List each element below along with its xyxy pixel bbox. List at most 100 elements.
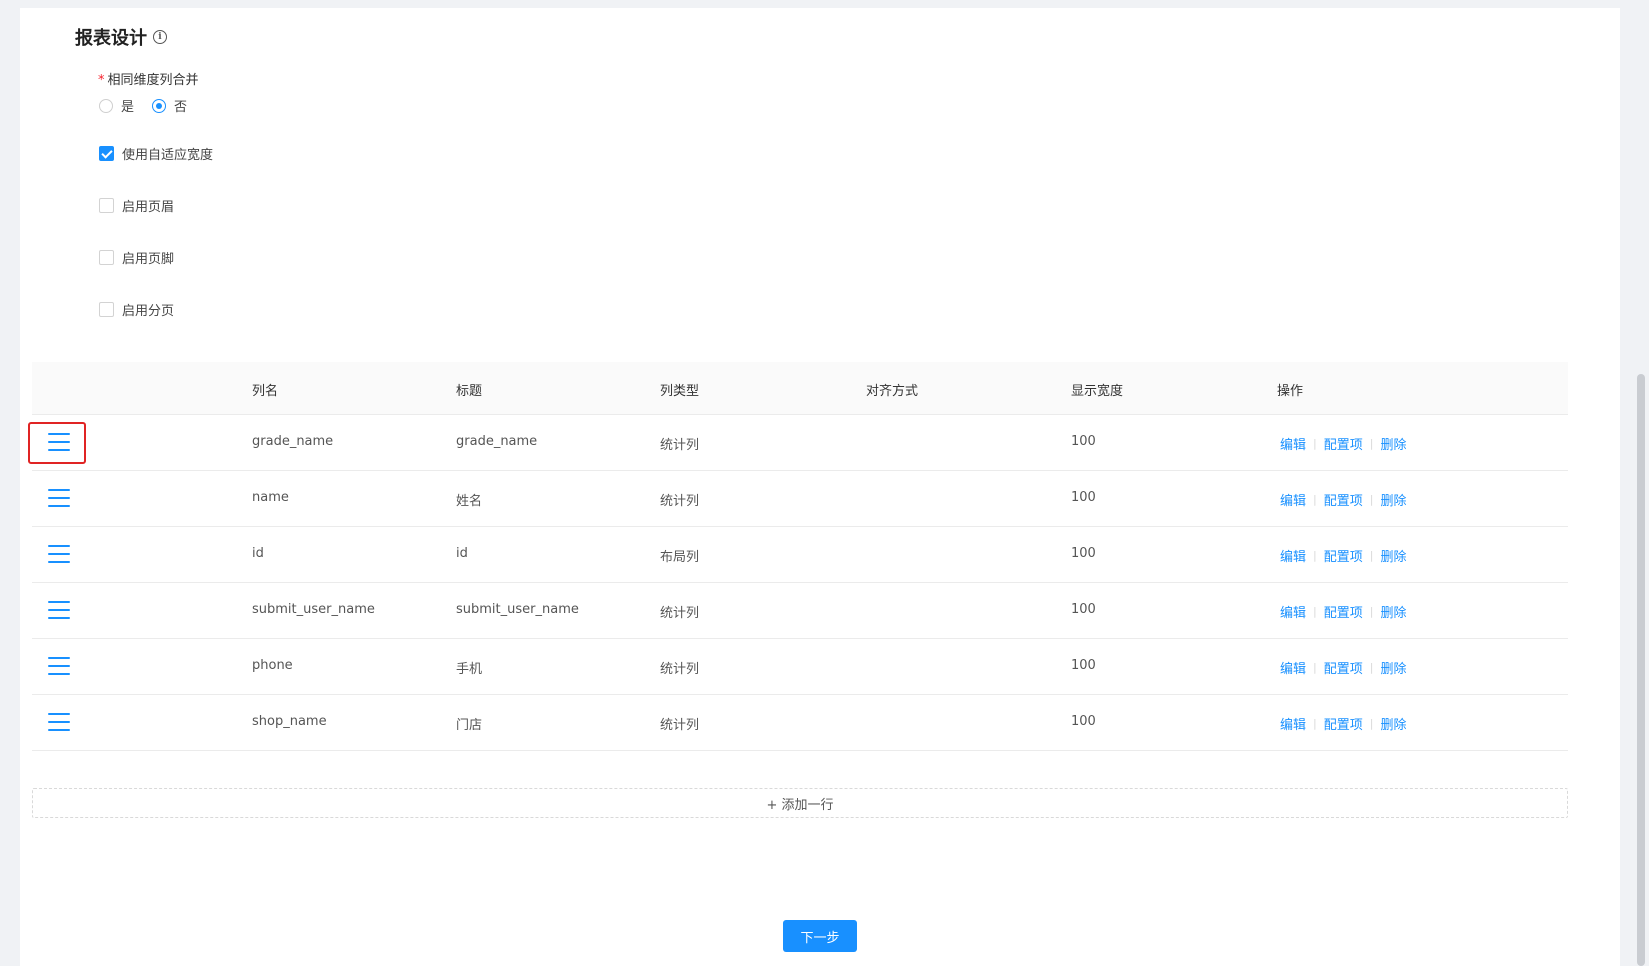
table-row: phone 手机 统计列 100 编辑 | 配置项 | 删除 [32,639,1568,695]
checkbox-enable-header[interactable] [99,198,114,213]
edit-link[interactable]: 编辑 [1280,602,1306,621]
drag-handle-icon[interactable] [48,657,70,677]
cell-display-width: 100 [1071,434,1096,449]
edit-link[interactable]: 编辑 [1280,490,1306,509]
edit-link[interactable]: 编辑 [1280,546,1306,565]
cell-display-width: 100 [1071,490,1096,505]
table-row: shop_name 门店 统计列 100 编辑 | 配置项 | 删除 [32,695,1568,751]
checkbox-adaptive-width[interactable] [99,146,114,161]
action-separator: | [1313,661,1317,674]
edit-link[interactable]: 编辑 [1280,434,1306,453]
delete-link[interactable]: 删除 [1380,714,1406,733]
cell-column-name: id [252,546,264,561]
table-row: id id 布局列 100 编辑 | 配置项 | 删除 [32,527,1568,583]
config-link[interactable]: 配置项 [1324,602,1363,621]
config-link[interactable]: 配置项 [1324,658,1363,677]
checkbox-header-row: 启用页眉 [99,196,174,215]
header-column-type: 列类型 [660,384,700,399]
action-separator: | [1369,437,1374,450]
cell-display-width: 100 [1071,546,1096,561]
highlight-box [28,422,86,464]
action-separator: | [1313,605,1317,618]
radio-no-label[interactable]: 否 [174,96,187,115]
radio-no[interactable] [152,98,167,113]
row-actions: 编辑 | 配置项 | 删除 [1280,434,1406,453]
row-actions: 编辑 | 配置项 | 删除 [1280,658,1406,677]
checkbox-footer-row: 启用页脚 [99,248,174,267]
action-separator: | [1369,493,1374,506]
next-step-button[interactable]: 下一步 [783,920,857,952]
config-link[interactable]: 配置项 [1324,434,1363,453]
drag-handle-icon[interactable] [48,601,70,621]
checkbox-adaptive-width-row: 使用自适应宽度 [99,144,213,163]
checkbox-enable-footer-label[interactable]: 启用页脚 [122,248,174,267]
delete-link[interactable]: 删除 [1380,490,1406,509]
radio-yes[interactable] [99,98,113,113]
row-actions: 编辑 | 配置项 | 删除 [1280,602,1406,621]
config-link[interactable]: 配置项 [1324,490,1363,509]
delete-link[interactable]: 删除 [1380,434,1406,453]
delete-link[interactable]: 删除 [1380,602,1406,621]
checkbox-enable-pagination[interactable] [99,302,114,317]
header-column-name: 列名 [252,384,279,399]
table-row: name 姓名 统计列 100 编辑 | 配置项 | 删除 [32,471,1568,527]
action-separator: | [1313,437,1317,450]
action-separator: | [1369,661,1374,674]
cell-column-name: name [252,490,289,505]
table-row: submit_user_name submit_user_name 统计列 10… [32,583,1568,639]
cell-column-name: shop_name [252,714,327,729]
cell-display-width: 100 [1071,714,1096,729]
section-title-text: 报表设计 [75,28,147,49]
cell-title: 手机 [456,662,483,677]
cell-column-type: 统计列 [660,606,700,621]
cell-column-name: grade_name [252,434,334,449]
drag-handle-icon[interactable] [48,489,70,509]
edit-link[interactable]: 编辑 [1280,658,1306,677]
cell-column-type: 统计列 [660,662,700,677]
config-link[interactable]: 配置项 [1324,714,1363,733]
delete-link[interactable]: 删除 [1380,658,1406,677]
page-scrollbar[interactable] [1637,374,1645,966]
checkbox-enable-header-label[interactable]: 启用页眉 [122,196,174,215]
action-separator: | [1313,717,1317,730]
header-title: 标题 [456,384,483,399]
merge-label-text: 相同维度列合并 [107,73,199,88]
section-title: 报表设计 i [75,24,167,50]
action-separator: | [1369,717,1374,730]
row-actions: 编辑 | 配置项 | 删除 [1280,546,1406,565]
info-icon[interactable]: i [153,30,167,44]
action-separator: | [1313,493,1317,506]
cell-column-type: 统计列 [660,494,700,509]
required-mark: * [98,73,105,88]
checkbox-enable-pagination-label[interactable]: 启用分页 [122,300,174,319]
add-row-button[interactable]: + 添加一行 [32,788,1568,818]
header-actions: 操作 [1277,384,1304,399]
cell-display-width: 100 [1071,602,1096,617]
row-actions: 编辑 | 配置项 | 删除 [1280,714,1406,733]
merge-label: * 相同维度列合并 [98,69,199,88]
drag-handle-icon[interactable] [48,545,70,565]
cell-column-type: 统计列 [660,438,700,453]
row-actions: 编辑 | 配置项 | 删除 [1280,490,1406,509]
action-separator: | [1369,549,1374,562]
cell-column-type: 统计列 [660,718,700,733]
table-header: 列名 标题 列类型 对齐方式 显示宽度 操作 [32,362,1568,415]
cell-title: 门店 [456,718,483,733]
action-separator: | [1313,549,1317,562]
header-alignment: 对齐方式 [866,384,919,399]
radio-yes-label[interactable]: 是 [121,96,134,115]
cell-column-type: 布局列 [660,550,700,565]
header-display-width: 显示宽度 [1071,384,1124,399]
columns-table: 列名 标题 列类型 对齐方式 显示宽度 操作 grade_name grade_… [28,362,1568,751]
cell-title: id [456,546,468,561]
edit-link[interactable]: 编辑 [1280,714,1306,733]
cell-title: grade_name [456,434,538,449]
action-separator: | [1369,605,1374,618]
cell-column-name: submit_user_name [252,602,375,617]
checkbox-adaptive-width-label[interactable]: 使用自适应宽度 [122,144,213,163]
checkbox-enable-footer[interactable] [99,250,114,265]
config-link[interactable]: 配置项 [1324,546,1363,565]
delete-link[interactable]: 删除 [1380,546,1406,565]
drag-handle-icon[interactable] [48,713,70,733]
merge-radio-group: 是 否 [99,96,205,115]
